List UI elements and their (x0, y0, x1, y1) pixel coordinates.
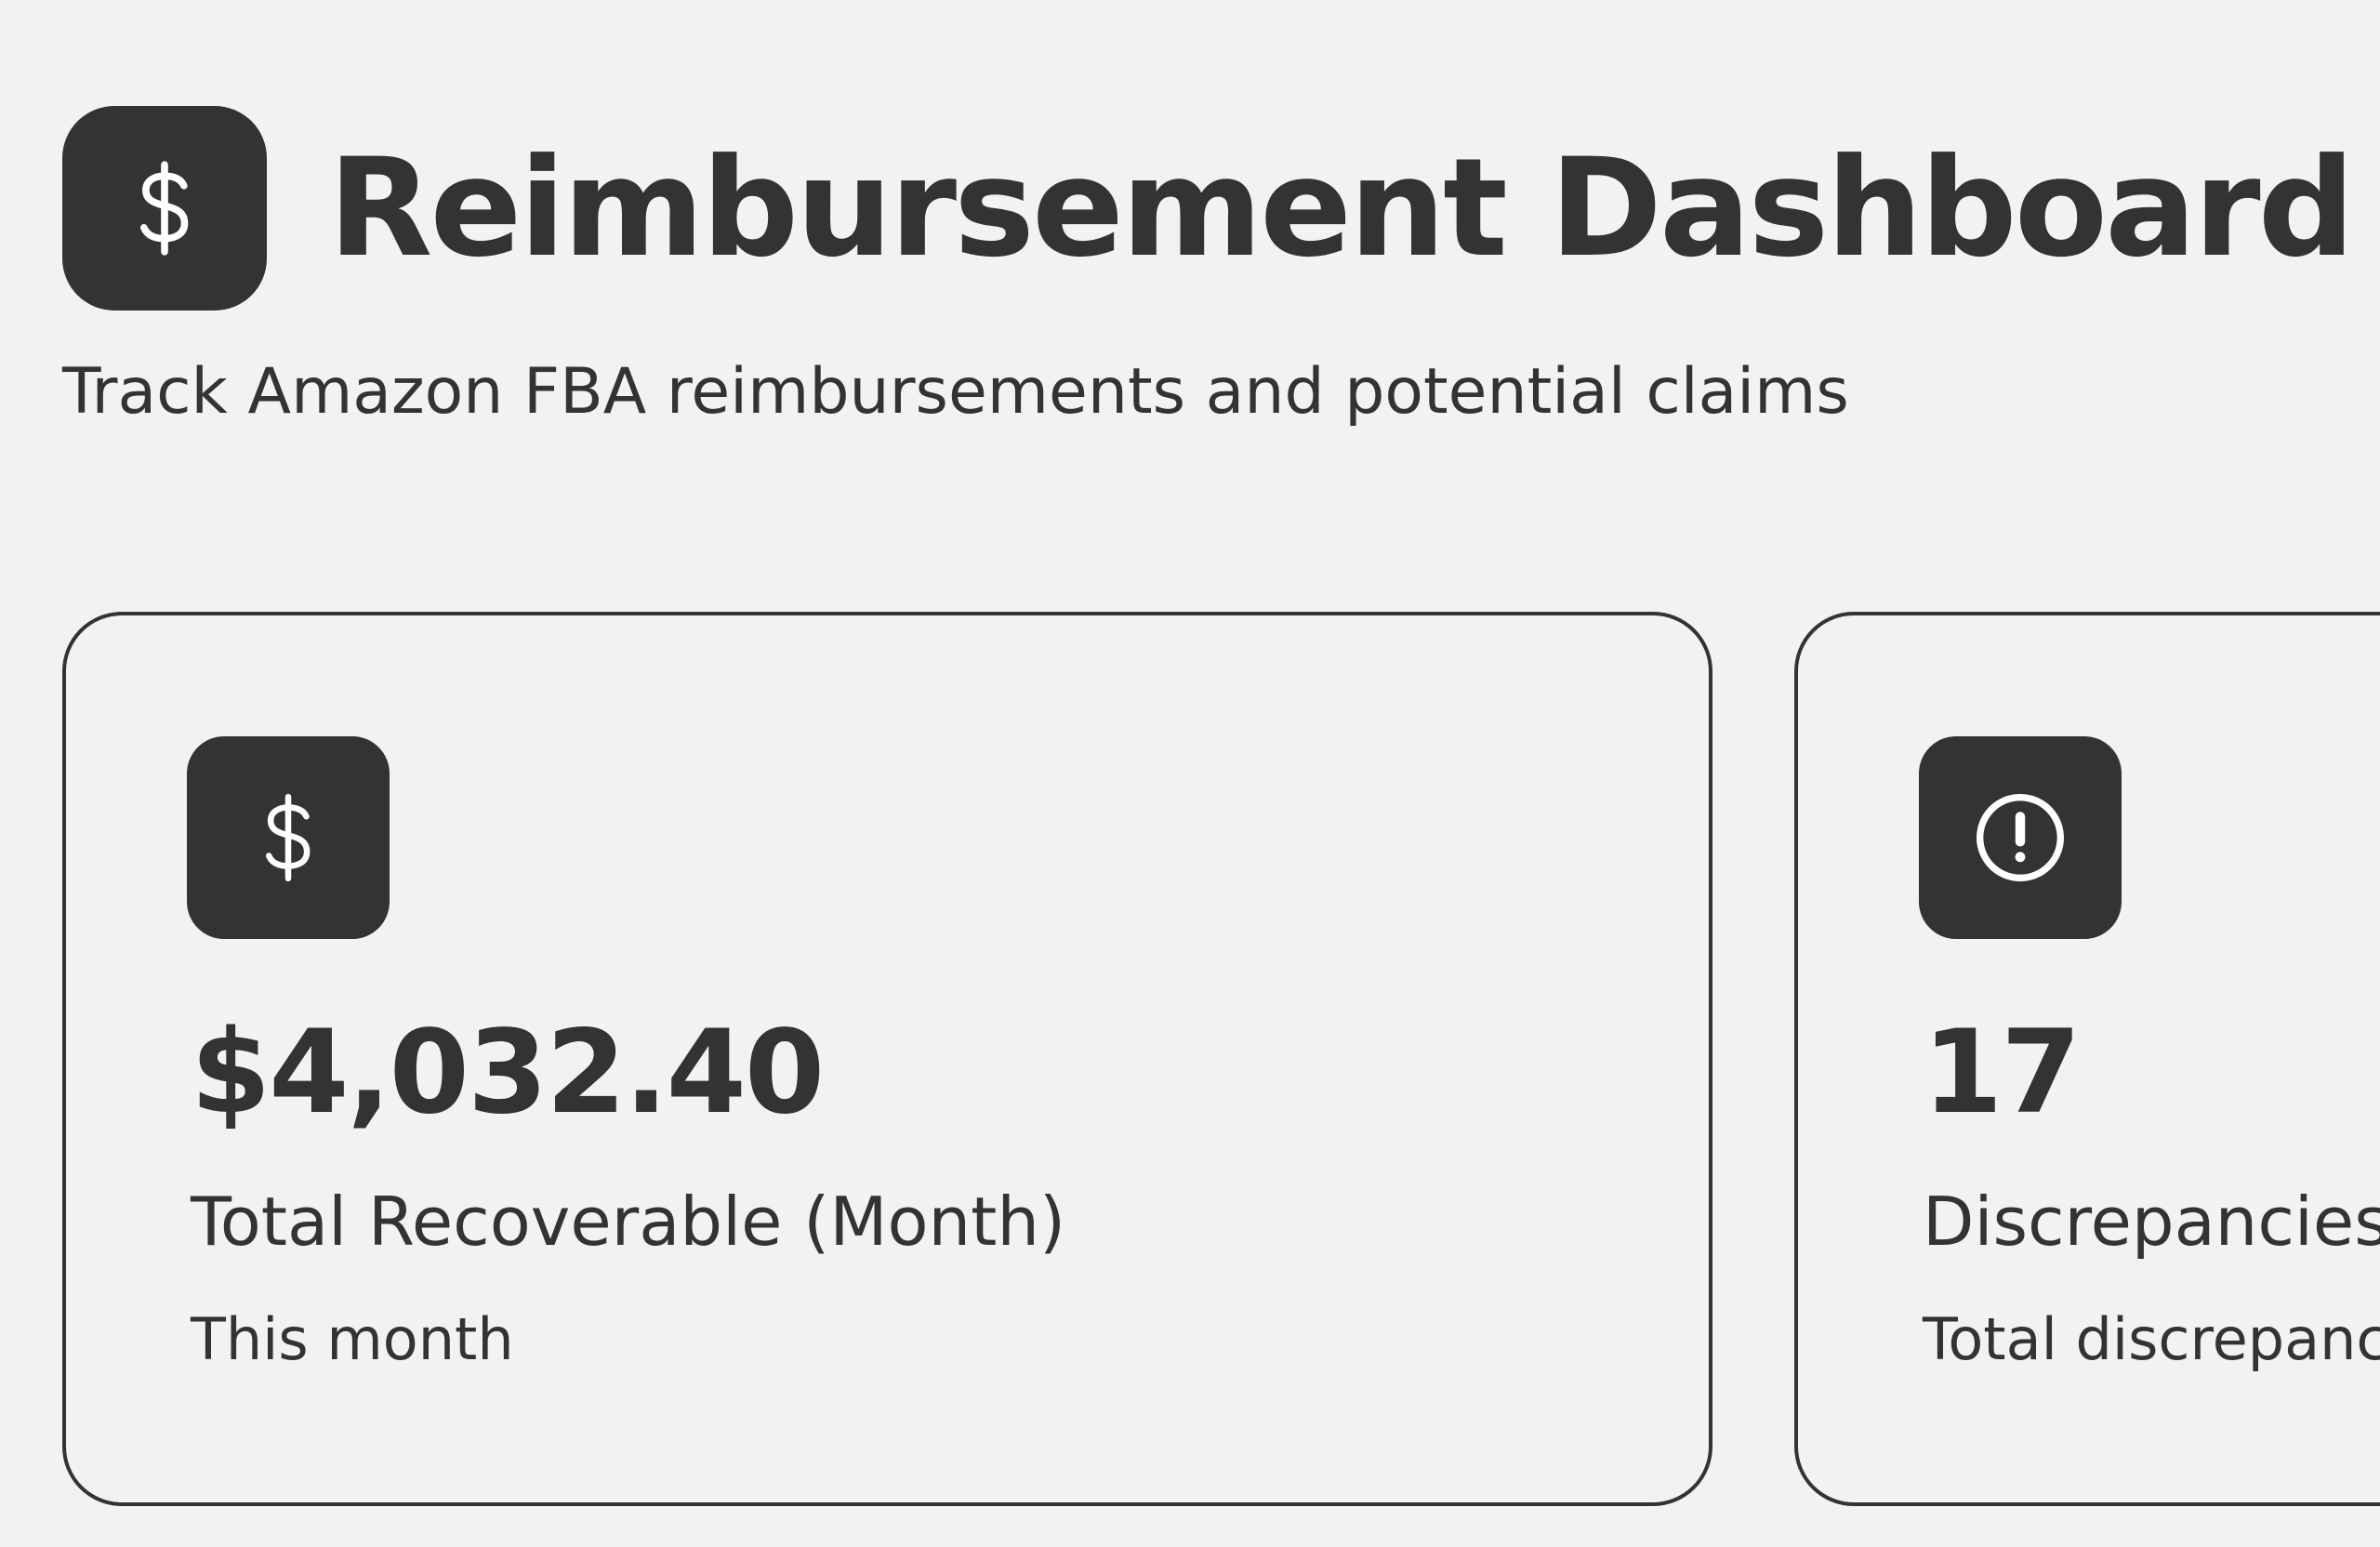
stat-value: $4,032.40 (191, 1006, 825, 1140)
logo-tile (62, 106, 267, 311)
stat-icon-tile (1919, 736, 2122, 939)
reimbursement-dashboard-page: Reimbursement Dashboard Track Amazon FBA… (0, 0, 2380, 1547)
page-title: Reimbursement Dashboard (328, 129, 2355, 287)
alert-circle-icon (1976, 793, 2065, 882)
dollar-icon (140, 161, 189, 256)
stat-label: Discrepancies (1923, 1183, 2380, 1261)
stat-label: Total Recoverable (Month) (191, 1183, 1066, 1261)
page-header: Reimbursement Dashboard (62, 106, 2355, 311)
dollar-icon (265, 793, 311, 882)
page-subtitle: Track Amazon FBA reimbursements and pote… (62, 355, 1849, 429)
stat-cards-row: $4,032.40 Total Recoverable (Month) This… (62, 612, 2380, 1506)
stat-card-discrepancies[interactable]: 17 Discrepancies Total discrepancies (1794, 612, 2380, 1506)
stat-sublabel: This month (191, 1305, 514, 1373)
stat-sublabel: Total discrepancies (1923, 1305, 2380, 1373)
stat-icon-tile (187, 736, 390, 939)
stat-value: 17 (1923, 1006, 2082, 1140)
stat-card-total-recoverable[interactable]: $4,032.40 Total Recoverable (Month) This… (62, 612, 1712, 1506)
